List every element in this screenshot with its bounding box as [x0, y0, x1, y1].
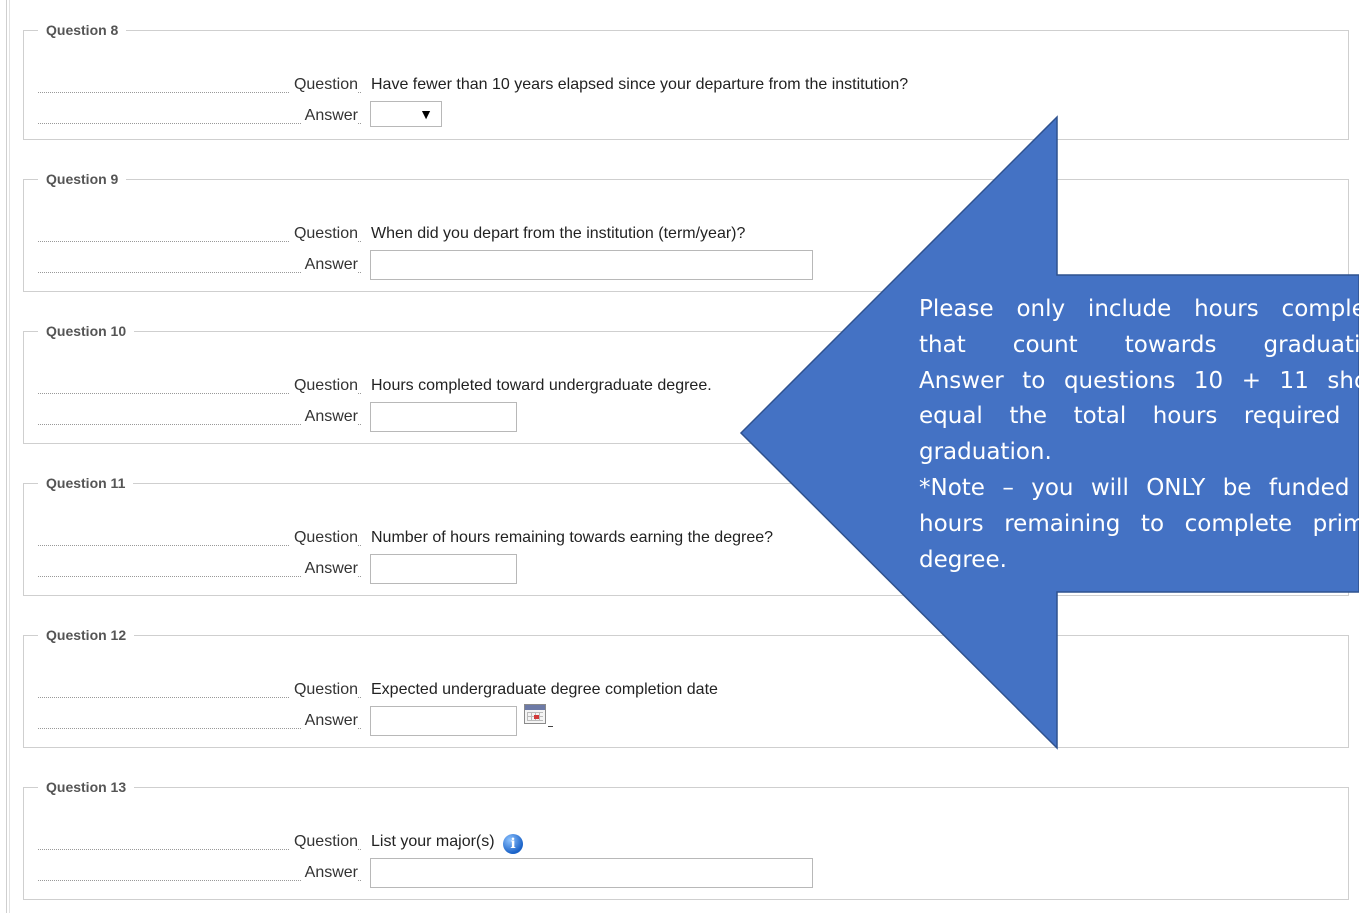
question-13-text: List your major(s) [371, 833, 495, 850]
question-label: Question [289, 833, 358, 851]
callout-line: Please only include hours complete [919, 296, 1359, 322]
callout-line: *Note – you will ONLY be funded fo [919, 474, 1359, 501]
calendar-link-underline [548, 726, 553, 727]
left-border-inner [9, 0, 10, 913]
callout-line: equal the total hours required fo [919, 403, 1359, 430]
question-label: Question [289, 377, 358, 395]
chevron-down-icon: ▼ [419, 106, 433, 122]
question-9-answer-row: Answer [24, 250, 1348, 288]
info-icon[interactable]: i [503, 834, 524, 854]
question-12-date-input[interactable] [370, 706, 517, 736]
answer-label: Answer [300, 864, 358, 882]
question-10-legend: Question 10 [46, 323, 127, 339]
answer-label: Answer [300, 408, 358, 426]
question-label: Question [289, 529, 358, 547]
question-11-legend: Question 11 [46, 475, 126, 491]
answer-label: Answer [300, 256, 358, 274]
question-13-text-wrap: List your major(s) i [371, 833, 524, 854]
question-8-question-row: Question Have fewer than 10 years elapse… [24, 76, 1348, 108]
question-8-answer-select[interactable]: ▼ [370, 101, 442, 127]
callout-line: hours remaining to complete primar [919, 510, 1359, 537]
question-13-answer-row: Answer [24, 858, 1348, 896]
answer-label: Answer [300, 560, 358, 578]
question-8-legend: Question 8 [46, 22, 119, 38]
answer-label: Answer [300, 107, 358, 125]
callout-text: Please only include hours complete that … [919, 292, 1359, 578]
question-label: Question [289, 681, 358, 699]
question-9-answer-input[interactable] [370, 250, 813, 280]
question-12-group: Question 12 Question Expected undergradu… [23, 627, 1349, 748]
answer-label: Answer [300, 712, 358, 730]
question-9-legend: Question 9 [46, 171, 119, 187]
question-12-legend: Question 12 [46, 627, 127, 643]
question-label: Question [289, 225, 358, 243]
calendar-icon[interactable] [524, 704, 546, 724]
question-10-text: Hours completed toward undergraduate deg… [371, 377, 712, 394]
question-13-legend: Question 13 [46, 779, 127, 795]
question-11-answer-input[interactable] [370, 554, 517, 584]
question-9-group: Question 9 Question When did you depart … [23, 171, 1349, 292]
question-8-text: Have fewer than 10 years elapsed since y… [371, 76, 909, 93]
question-label: Question [289, 76, 358, 94]
question-12-answer-row: Answer [24, 704, 1348, 744]
callout-line: Answer to questions 10 + 11 shoul [919, 367, 1359, 394]
question-12-text: Expected undergraduate degree completion… [371, 681, 718, 698]
question-8-group: Question 8 Question Have fewer than 10 y… [23, 22, 1349, 140]
question-13-answer-input[interactable] [370, 858, 813, 888]
callout-line: that count towards graduation [919, 331, 1359, 358]
question-10-answer-input[interactable] [370, 402, 517, 432]
question-12-question-row: Question Expected undergraduate degree c… [24, 681, 1348, 713]
question-8-answer-row: Answer ▼ [24, 101, 1348, 139]
question-9-text: When did you depart from the institution… [371, 225, 746, 242]
callout-line: graduation. [919, 439, 1052, 466]
question-11-text: Number of hours remaining towards earnin… [371, 529, 774, 546]
question-13-group: Question 13 Question List your major(s) … [23, 779, 1349, 900]
callout-line: degree. [919, 546, 1007, 573]
left-border [6, 0, 7, 913]
